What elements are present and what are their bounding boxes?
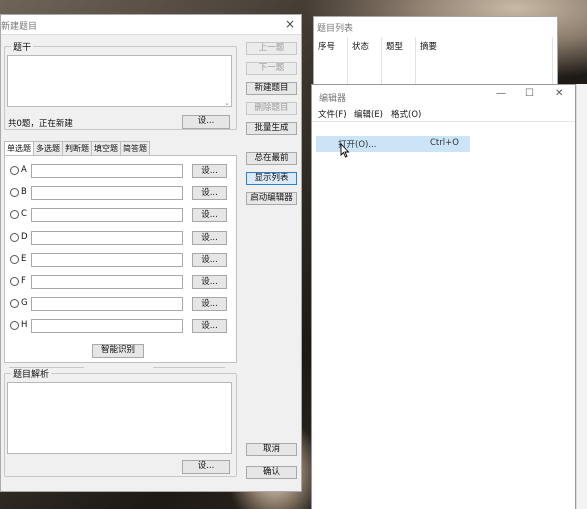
- tab-single-choice[interactable]: 单选题: [4, 141, 34, 156]
- stem-set-button[interactable]: 设...: [182, 115, 230, 129]
- close-icon[interactable]: ✕: [555, 88, 563, 99]
- option-row-h: H 设...: [10, 319, 230, 333]
- question-editor-window: 新建题目 × 题干 ⌄ 共0题，正在新建 设... 上一题 下一题 新建题目 删…: [0, 14, 302, 492]
- confirm-button[interactable]: 确认: [246, 466, 297, 479]
- option-input-g[interactable]: [31, 297, 183, 311]
- menu-item-open-shortcut: Ctrl+O: [430, 138, 459, 148]
- option-row-e: E 设...: [10, 253, 230, 267]
- minimize-icon[interactable]: —: [496, 88, 506, 99]
- close-icon[interactable]: ×: [285, 17, 295, 31]
- start-editor-button[interactable]: 启动编辑器: [246, 192, 297, 205]
- title-bar: 新建题目 ×: [1, 15, 301, 35]
- option-label-e: E: [21, 254, 27, 264]
- always-on-top-button[interactable]: 总在最前: [246, 152, 297, 165]
- option-label-a: A: [21, 165, 27, 175]
- maximize-icon[interactable]: ☐: [525, 88, 534, 99]
- option-radio-h[interactable]: [10, 321, 19, 330]
- stem-textarea[interactable]: ⌄: [7, 55, 232, 107]
- batch-generate-button[interactable]: 批量生成: [246, 122, 297, 135]
- background-window-edge: [576, 84, 587, 509]
- question-list-window: 题目列表 序号 状态 题型 摘要: [313, 16, 558, 90]
- show-list-button[interactable]: 显示列表: [246, 172, 297, 185]
- cancel-button[interactable]: 取消: [246, 443, 297, 456]
- question-count-status: 共0题，正在新建: [8, 119, 73, 129]
- option-set-button-g[interactable]: 设...: [192, 297, 227, 311]
- option-row-a: A 设...: [10, 164, 230, 178]
- option-label-g: G: [21, 298, 28, 308]
- option-row-c: C 设...: [10, 208, 230, 222]
- option-radio-e[interactable]: [10, 255, 19, 264]
- column-divider: [381, 37, 382, 87]
- list-window-title: 题目列表: [317, 24, 354, 34]
- option-row-f: F 设...: [10, 275, 230, 289]
- option-radio-f[interactable]: [10, 277, 19, 286]
- column-header-type[interactable]: 题型: [386, 40, 403, 52]
- option-input-d[interactable]: [31, 231, 183, 245]
- option-radio-c[interactable]: [10, 210, 19, 219]
- option-input-b[interactable]: [31, 186, 183, 200]
- tab-multiple-choice[interactable]: 多选题: [33, 141, 63, 155]
- option-label-h: H: [21, 320, 28, 330]
- window-title: 新建题目: [1, 22, 38, 32]
- option-row-g: G 设...: [10, 297, 230, 311]
- option-label-f: F: [21, 276, 26, 286]
- option-row-d: D 设...: [10, 231, 230, 245]
- option-radio-g[interactable]: [10, 299, 19, 308]
- column-header-status[interactable]: 状态: [352, 40, 369, 52]
- column-divider: [552, 37, 553, 87]
- scroll-down-icon[interactable]: ⌄: [224, 99, 230, 107]
- next-question-button[interactable]: 下一题: [246, 62, 297, 75]
- column-divider: [415, 37, 416, 87]
- smart-recognize-button[interactable]: 智能识别: [92, 344, 144, 358]
- mouse-pointer-icon: [340, 143, 350, 158]
- column-divider: [347, 37, 348, 87]
- option-label-b: B: [21, 187, 27, 197]
- option-input-e[interactable]: [31, 253, 183, 267]
- tab-short-answer[interactable]: 简答题: [120, 141, 150, 155]
- option-row-b: B 设...: [10, 186, 230, 200]
- option-input-f[interactable]: [31, 275, 183, 289]
- column-header-summary[interactable]: 摘要: [420, 40, 437, 52]
- option-set-button-f[interactable]: 设...: [192, 275, 227, 289]
- option-radio-b[interactable]: [10, 188, 19, 197]
- column-header-index[interactable]: 序号: [318, 40, 335, 52]
- option-label-c: C: [21, 209, 27, 219]
- new-question-button[interactable]: 新建题目: [246, 82, 297, 95]
- option-input-c[interactable]: [31, 208, 183, 222]
- menu-edit[interactable]: 编辑(E): [354, 108, 383, 120]
- option-set-button-d[interactable]: 设...: [192, 231, 227, 245]
- question-type-tabs: 单选题 多选题 判断题 填空题 简答题: [4, 141, 150, 156]
- option-set-button-c[interactable]: 设...: [192, 208, 227, 222]
- option-input-h[interactable]: [31, 319, 183, 333]
- editor-text-area[interactable]: [312, 121, 575, 509]
- prev-question-button[interactable]: 上一题: [246, 42, 297, 55]
- editor-menu-bar: 文件(F) 编辑(E) 格式(O): [312, 106, 575, 121]
- editor-window: 编辑器 — ☐ ✕ 文件(F) 编辑(E) 格式(O) 打开(O)... Ctr…: [311, 84, 576, 509]
- option-set-button-h[interactable]: 设...: [192, 319, 227, 333]
- option-label-d: D: [21, 232, 28, 242]
- option-radio-d[interactable]: [10, 233, 19, 242]
- list-header: 序号 状态 题型 摘要: [314, 37, 557, 53]
- option-set-button-b[interactable]: 设...: [192, 186, 227, 200]
- stem-group-label: 题干: [13, 43, 32, 53]
- tab-true-false[interactable]: 判断题: [62, 141, 92, 155]
- option-radio-a[interactable]: [10, 166, 19, 175]
- option-set-button-e[interactable]: 设...: [192, 253, 227, 267]
- menu-format[interactable]: 格式(O): [391, 108, 421, 120]
- analysis-set-button[interactable]: 设...: [182, 460, 230, 474]
- analysis-textarea[interactable]: [7, 382, 232, 454]
- option-set-button-a[interactable]: 设...: [192, 164, 227, 178]
- tab-fill-blank[interactable]: 填空题: [91, 141, 121, 155]
- delete-question-button[interactable]: 删除题目: [246, 102, 297, 115]
- analysis-group-label: 题目解析: [13, 370, 50, 380]
- editor-title: 编辑器: [319, 94, 347, 104]
- single-choice-panel: A 设... B 设... C 设... D 设... E 设... F 设..…: [4, 155, 237, 363]
- menu-file[interactable]: 文件(F): [318, 108, 347, 120]
- editor-title-bar: 编辑器 — ☐ ✕: [312, 85, 575, 105]
- option-input-a[interactable]: [31, 164, 183, 178]
